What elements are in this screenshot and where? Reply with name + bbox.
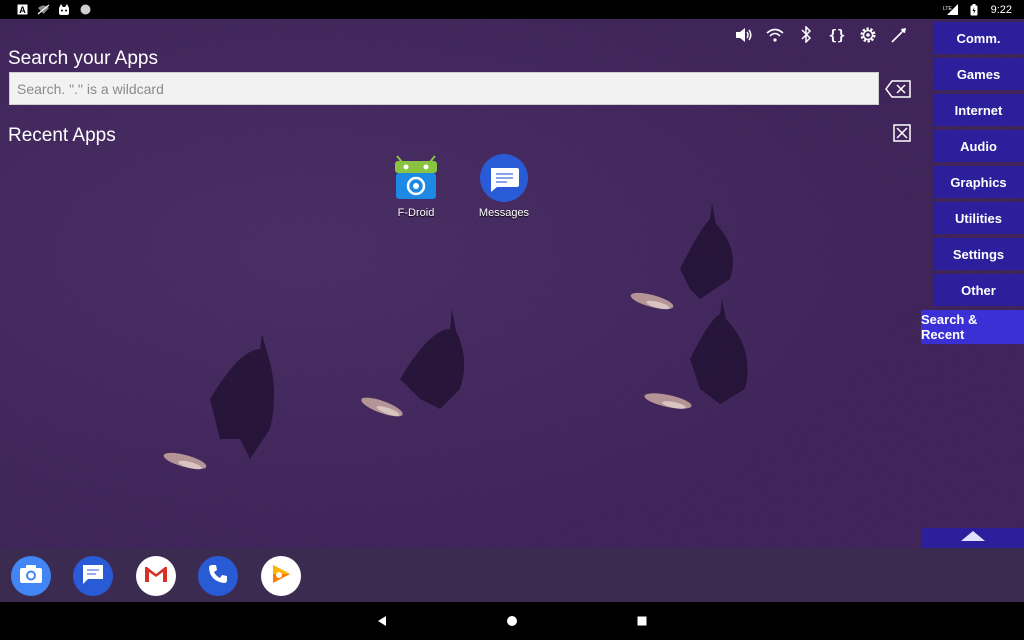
recent-apps-heading: Recent Apps <box>8 125 116 146</box>
network-label: LTE <box>943 6 952 12</box>
wifi-icon[interactable] <box>765 25 784 44</box>
wrench-icon[interactable] <box>889 25 908 44</box>
app-label: Messages <box>478 207 530 219</box>
back-icon[interactable] <box>372 611 392 631</box>
status-bar: A LTE 9:22 <box>0 0 1024 19</box>
svg-text:A: A <box>19 5 26 15</box>
bluetooth-icon[interactable] <box>796 25 815 44</box>
recents-icon[interactable] <box>632 611 652 631</box>
scroll-up-button[interactable] <box>921 528 1024 548</box>
braces-icon[interactable]: {} <box>827 25 846 44</box>
category-games[interactable]: Games <box>933 58 1024 90</box>
volume-icon[interactable] <box>734 25 753 44</box>
category-settings[interactable]: Settings <box>933 238 1024 270</box>
clear-search-icon[interactable] <box>884 79 912 99</box>
settings-gear-icon[interactable] <box>858 25 877 44</box>
dock-phone[interactable] <box>198 556 238 596</box>
messages-icon <box>81 563 105 590</box>
dock-play-music[interactable] <box>261 556 301 596</box>
a-notification-icon: A <box>16 4 28 16</box>
clear-recent-icon[interactable] <box>892 123 912 143</box>
circle-notification-icon <box>79 4 91 16</box>
category-comm[interactable]: Comm. <box>933 22 1024 54</box>
search-heading: Search your Apps <box>8 48 158 69</box>
recent-apps-list: F-Droid Messages <box>0 153 900 233</box>
category-utilities[interactable]: Utilities <box>933 202 1024 234</box>
category-audio[interactable]: Audio <box>933 130 1024 162</box>
triangle-up-icon <box>960 529 986 547</box>
dock-camera[interactable] <box>11 556 51 596</box>
navigation-bar <box>0 602 1024 640</box>
status-right: LTE 9:22 <box>943 3 1012 16</box>
wifi-off-icon <box>37 4 49 16</box>
category-search-recent[interactable]: Search & Recent <box>921 310 1024 344</box>
messages-icon <box>479 153 529 203</box>
camera-icon <box>19 564 43 589</box>
dock <box>0 548 1024 602</box>
phone-icon <box>207 563 229 590</box>
wallpaper-gazelles-image <box>0 19 1024 602</box>
recent-app-fdroid[interactable]: F-Droid <box>376 153 456 219</box>
category-other[interactable]: Other <box>933 274 1024 306</box>
quick-toggles: {} <box>734 25 908 44</box>
home-icon[interactable] <box>502 611 522 631</box>
recent-app-messages[interactable]: Messages <box>464 153 544 219</box>
status-left: A <box>16 3 91 16</box>
category-nav: Comm. Games Internet Audio Graphics Util… <box>921 19 1024 549</box>
home-screen: {} Search your Apps Recent Apps <box>0 19 1024 602</box>
lte-signal-icon: LTE <box>943 3 959 16</box>
search-input[interactable] <box>9 72 879 105</box>
category-graphics[interactable]: Graphics <box>933 166 1024 198</box>
app-label: F-Droid <box>397 207 435 219</box>
cat-notification-icon <box>58 3 70 16</box>
gmail-icon <box>143 564 169 589</box>
play-music-icon <box>269 562 293 591</box>
dock-messages[interactable] <box>73 556 113 596</box>
category-internet[interactable]: Internet <box>933 94 1024 126</box>
clock: 9:22 <box>990 3 1012 16</box>
svg-text:{}: {} <box>828 28 845 43</box>
dock-gmail[interactable] <box>136 556 176 596</box>
battery-icon <box>968 3 980 16</box>
fdroid-icon <box>391 153 441 203</box>
